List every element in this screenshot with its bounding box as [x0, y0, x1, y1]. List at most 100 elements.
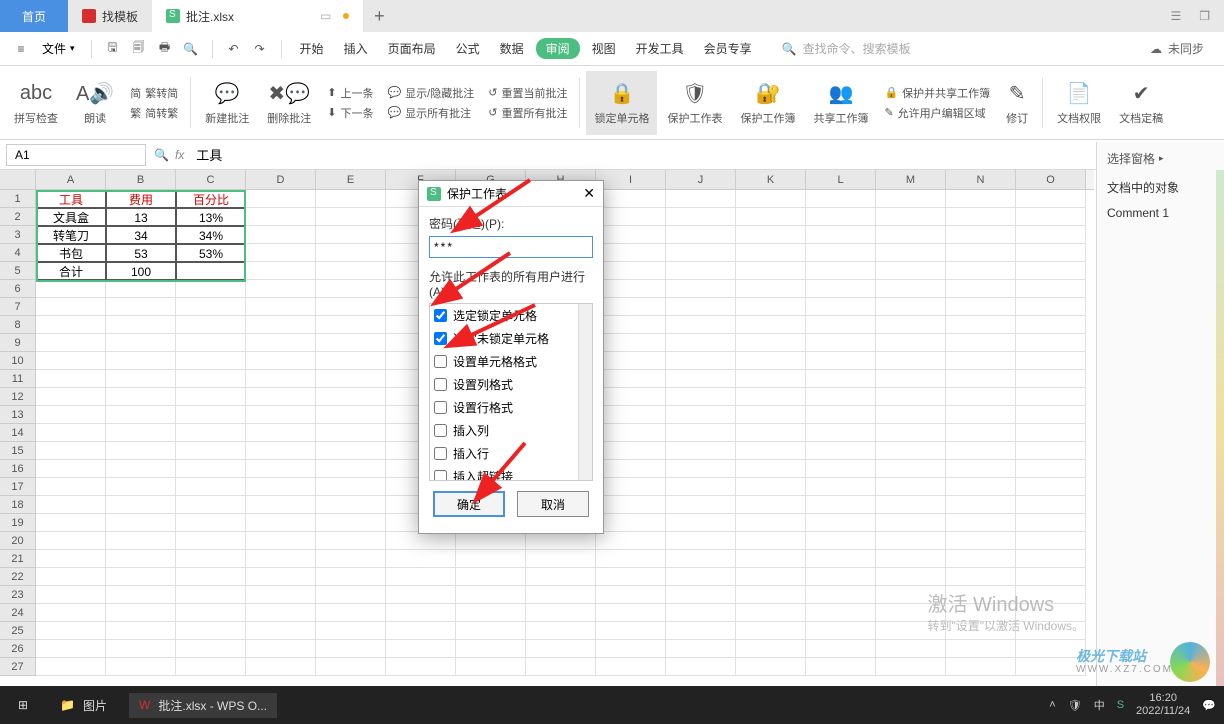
cell[interactable]	[736, 478, 806, 496]
btn-lockcell[interactable]: 🔒锁定单元格	[586, 71, 657, 135]
cell[interactable]	[106, 298, 176, 316]
window-list-icon[interactable]: ☰	[1170, 9, 1181, 23]
cell[interactable]	[386, 586, 456, 604]
taskbar-start[interactable]: ⊞	[8, 694, 38, 716]
cell[interactable]	[316, 424, 386, 442]
cell[interactable]	[806, 496, 876, 514]
cell[interactable]	[666, 244, 736, 262]
sync-status[interactable]: ☁未同步	[1150, 40, 1214, 57]
cell[interactable]	[946, 388, 1016, 406]
menu-pagelayout[interactable]: 页面布局	[380, 36, 444, 61]
menu-review[interactable]: 审阅	[536, 38, 580, 59]
cell[interactable]	[386, 568, 456, 586]
cell[interactable]	[106, 334, 176, 352]
cell[interactable]	[736, 442, 806, 460]
cell[interactable]	[106, 406, 176, 424]
cell[interactable]	[806, 370, 876, 388]
cell[interactable]	[736, 496, 806, 514]
perm-checkbox[interactable]	[434, 470, 447, 481]
cell[interactable]	[736, 460, 806, 478]
cell[interactable]: 费用	[106, 190, 176, 208]
cell[interactable]	[736, 640, 806, 658]
cell[interactable]	[596, 190, 666, 208]
cell[interactable]	[806, 298, 876, 316]
cell[interactable]	[1016, 190, 1086, 208]
cell[interactable]	[1016, 334, 1086, 352]
row-header[interactable]: 11	[0, 370, 36, 388]
cell[interactable]	[36, 334, 106, 352]
cell[interactable]	[36, 532, 106, 550]
cell[interactable]	[106, 532, 176, 550]
cell[interactable]	[386, 640, 456, 658]
cell[interactable]	[666, 280, 736, 298]
cell[interactable]	[666, 568, 736, 586]
cancel-button[interactable]: 取消	[517, 491, 589, 517]
row-header[interactable]: 3	[0, 226, 36, 244]
cell[interactable]	[386, 532, 456, 550]
cell[interactable]	[946, 244, 1016, 262]
cell[interactable]	[456, 604, 526, 622]
btn-docfinal[interactable]: ✔文档定稿	[1111, 71, 1171, 135]
cell[interactable]	[736, 424, 806, 442]
cell[interactable]	[876, 424, 946, 442]
cell[interactable]	[386, 550, 456, 568]
cell[interactable]	[876, 658, 946, 676]
cell[interactable]: 工具	[36, 190, 106, 208]
cell[interactable]	[806, 262, 876, 280]
cell[interactable]	[596, 550, 666, 568]
row-header[interactable]: 2	[0, 208, 36, 226]
perm-checkbox[interactable]	[434, 378, 447, 391]
col-header-C[interactable]: C	[176, 170, 246, 189]
cell[interactable]	[596, 244, 666, 262]
cell[interactable]	[946, 460, 1016, 478]
menu-member[interactable]: 会员专享	[696, 36, 760, 61]
btn-read[interactable]: A🔊朗读	[68, 71, 122, 135]
cell[interactable]	[176, 568, 246, 586]
cell[interactable]	[946, 640, 1016, 658]
cell[interactable]	[876, 532, 946, 550]
cell[interactable]	[246, 604, 316, 622]
cell[interactable]	[176, 658, 246, 676]
cell[interactable]	[876, 586, 946, 604]
cell[interactable]	[596, 316, 666, 334]
cell[interactable]	[36, 406, 106, 424]
cell[interactable]	[36, 514, 106, 532]
cell[interactable]	[176, 586, 246, 604]
system-tray[interactable]: ˄ 🛡 中 S 16:20 2022/11/24 💬	[1049, 692, 1216, 718]
cell[interactable]	[106, 658, 176, 676]
cell[interactable]	[1016, 388, 1086, 406]
tray-ime-icon[interactable]: 中	[1094, 697, 1105, 713]
cell[interactable]	[1016, 226, 1086, 244]
cell[interactable]	[316, 640, 386, 658]
cell[interactable]	[1016, 550, 1086, 568]
cell[interactable]	[876, 370, 946, 388]
cell[interactable]	[876, 550, 946, 568]
cell[interactable]	[666, 442, 736, 460]
cell[interactable]	[666, 586, 736, 604]
cell[interactable]	[36, 370, 106, 388]
menu-formula[interactable]: 公式	[448, 36, 488, 61]
cell[interactable]	[1016, 262, 1086, 280]
cell[interactable]	[736, 532, 806, 550]
col-header-O[interactable]: O	[1016, 170, 1086, 189]
cell[interactable]	[1016, 352, 1086, 370]
cell[interactable]	[316, 442, 386, 460]
cell[interactable]	[736, 604, 806, 622]
btn-resetcurrent[interactable]: ↺重置当前批注	[488, 85, 567, 101]
cell[interactable]	[876, 622, 946, 640]
hamburger-icon[interactable]: ≡	[10, 38, 32, 60]
cell[interactable]	[806, 406, 876, 424]
cell[interactable]	[736, 280, 806, 298]
tray-shield-icon[interactable]: 🛡	[1068, 699, 1082, 712]
cell[interactable]	[806, 316, 876, 334]
cell[interactable]	[106, 442, 176, 460]
cell[interactable]	[316, 532, 386, 550]
cell[interactable]	[666, 370, 736, 388]
menu-view[interactable]: 视图	[584, 36, 624, 61]
dialog-titlebar[interactable]: 保护工作表 ✕	[419, 181, 603, 207]
btn-revise[interactable]: ✎修订	[998, 71, 1036, 135]
col-header-B[interactable]: B	[106, 170, 176, 189]
cell[interactable]	[806, 388, 876, 406]
zoom-icon[interactable]: 🔍	[154, 148, 169, 162]
cell[interactable]	[736, 352, 806, 370]
